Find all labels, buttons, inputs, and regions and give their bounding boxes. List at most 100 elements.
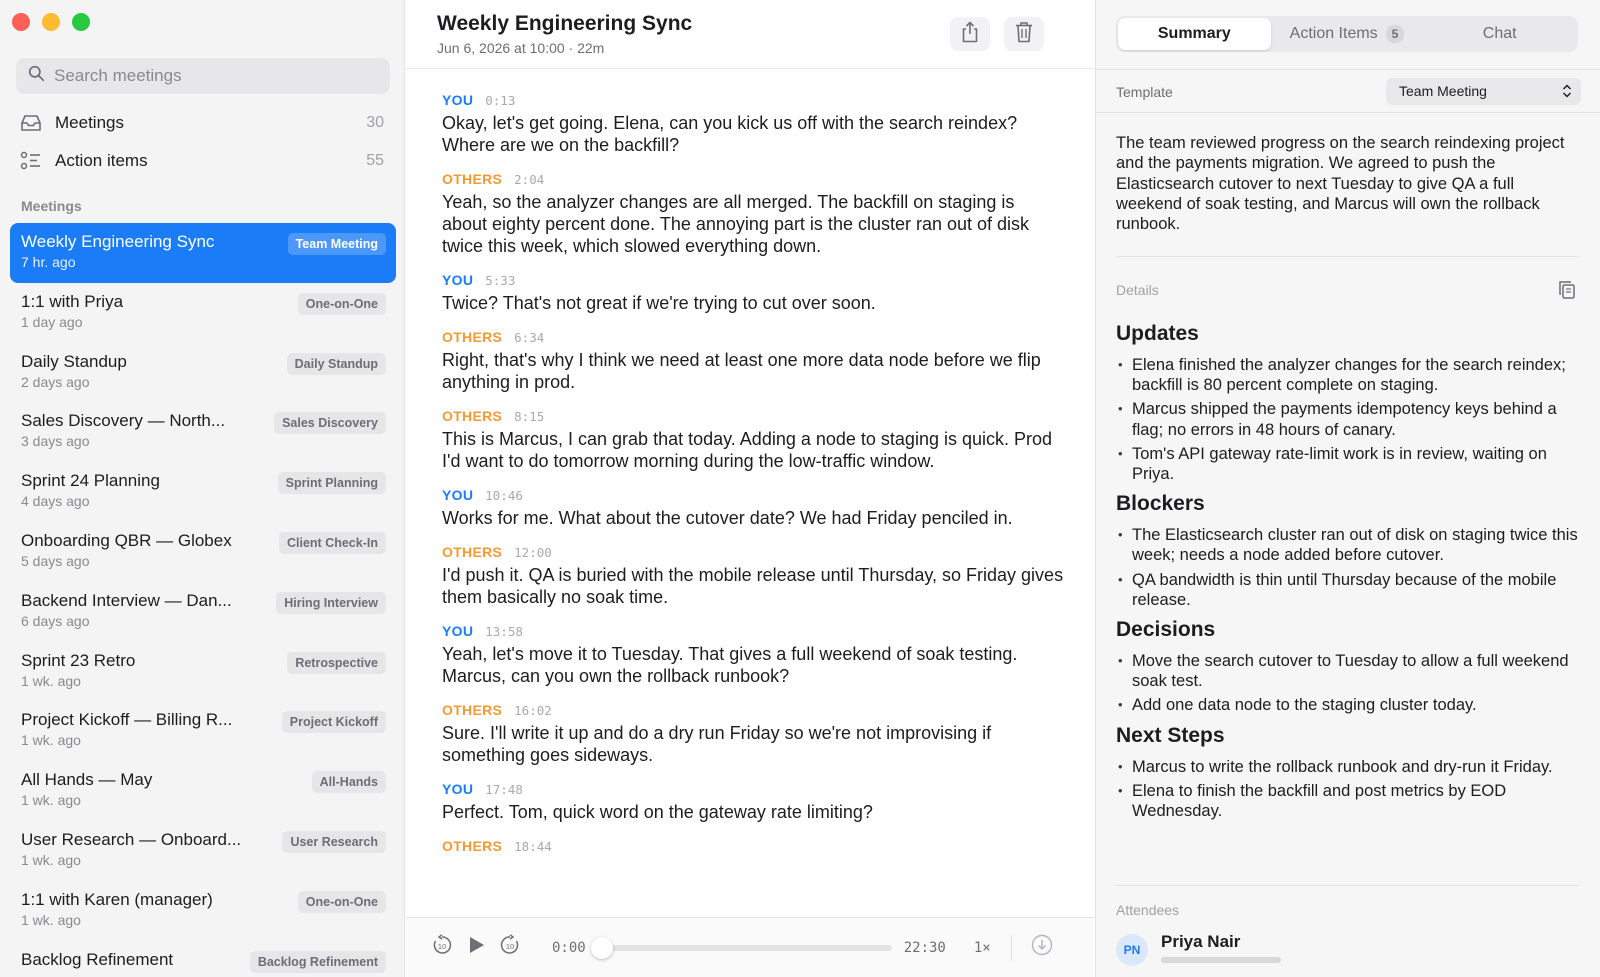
search-input[interactable] (54, 66, 374, 86)
utterance-meta: OTHERS 8:15 (442, 408, 1064, 424)
nav-label: Meetings (55, 113, 124, 132)
svg-text:10: 10 (438, 942, 446, 951)
meeting-list: Weekly Engineering Sync 7 hr. ago Team Mee… (10, 223, 396, 977)
utterance-text: Yeah, let's move it to Tuesday. That giv… (442, 644, 1018, 686)
utterance-text: Twice? That's not great if we're trying … (442, 293, 876, 313)
skip-forward-button[interactable]: 10 (498, 934, 522, 961)
timestamp-link[interactable]: 18:44 (514, 839, 552, 854)
scrubber-thumb[interactable] (590, 936, 613, 959)
timestamp-link[interactable]: 17:48 (485, 782, 523, 797)
minimize-window-button[interactable] (42, 13, 60, 31)
meeting-title: Weekly Engineering Sync (437, 12, 693, 35)
notes-bullet-item: Move the search cutover to Tuesday to al… (1116, 651, 1586, 691)
copy-notes-button[interactable] (1558, 280, 1578, 300)
timestamp-link[interactable]: 13:58 (485, 624, 523, 639)
notes-section-heading: Decisions (1116, 618, 1216, 642)
meeting-list-item[interactable]: 1:1 with Karen (manager) 1 wk. ago One-on-… (10, 881, 396, 941)
meeting-list-item[interactable]: Daily Standup 2 days ago Daily Standup (10, 343, 396, 403)
tray-icon (20, 112, 42, 134)
speaker-label: OTHERS (442, 544, 503, 560)
meeting-item-time: 1 wk. ago (21, 792, 81, 809)
utterance-meta: YOU 10:46 (442, 487, 1064, 503)
utterance-meta: YOU 0:13 (442, 92, 1064, 108)
download-button[interactable] (1030, 934, 1054, 961)
timestamp-link[interactable]: 0:13 (485, 93, 515, 108)
meeting-list-item[interactable]: User Research — Onboard... 1 wk. ago User … (10, 821, 396, 881)
attendee-name: Priya Nair (1161, 932, 1241, 951)
zoom-window-button[interactable] (72, 13, 90, 31)
timestamp-link[interactable]: 2:04 (514, 172, 544, 187)
transcript-utterance: YOU 5:33 Twice? That's not great if we're … (442, 272, 1064, 314)
notes-bullet-item: Elena to finish the backfill and post me… (1116, 781, 1586, 821)
timestamp-link[interactable]: 8:15 (514, 409, 544, 424)
tab-summary[interactable]: Summary (1118, 18, 1271, 50)
meeting-list-item[interactable]: Project Kickoff — Billing R... 1 wk. ago P… (10, 701, 396, 761)
utterance-text: Sure. I'll write it up and do a dry run … (442, 723, 992, 765)
share-icon (960, 21, 980, 48)
notes-bullet-item: The Elasticsearch cluster ran out of dis… (1116, 525, 1586, 565)
utterance-meta: OTHERS 6:34 (442, 329, 1064, 345)
playback-scrubber[interactable] (590, 936, 892, 959)
timestamp-link[interactable]: 6:34 (514, 330, 544, 345)
speaker-label: YOU (442, 623, 474, 639)
tab-action-items[interactable]: Action Items 5 (1271, 18, 1424, 50)
meeting-item-time: 1 wk. ago (21, 911, 81, 928)
window-controls (12, 13, 90, 31)
skip-back-button[interactable]: 10 (430, 934, 454, 960)
timestamp-link[interactable]: 10:46 (485, 488, 523, 503)
meeting-type-badge: Hiring Interview (276, 591, 386, 614)
meeting-type-badge: Project Kickoff (281, 711, 386, 734)
speaker-label: OTHERS (442, 408, 503, 424)
meeting-list-item[interactable]: Backend Interview — Dan... 6 days ago Hiri… (10, 582, 396, 642)
meeting-list-item[interactable]: All Hands — May 1 wk. ago All-Hands (10, 761, 396, 821)
nav-item-action-items[interactable]: Action items 55 (20, 144, 386, 178)
notes-section-heading: Updates (1116, 322, 1199, 345)
share-button[interactable] (950, 17, 990, 51)
duration: 22:30 (903, 939, 946, 956)
meeting-type-badge: Team Meeting (287, 233, 386, 255)
meeting-list-item[interactable]: Backlog Refinement Backlog Refinement (10, 941, 396, 977)
notes-bullet-item: Marcus shipped the payments idempotency … (1116, 399, 1586, 439)
meeting-item-time: 6 days ago (21, 612, 90, 629)
meeting-list-item[interactable]: 1:1 with Priya 1 day ago One-on-One (10, 283, 396, 343)
download-icon (1031, 934, 1053, 961)
timestamp-link[interactable]: 12:00 (514, 545, 552, 560)
meeting-list-item[interactable]: Sprint 24 Planning 4 days ago Sprint Plann… (10, 462, 396, 522)
transcript-utterance: OTHERS 16:02 Sure. I'll write it up and do… (442, 702, 1064, 766)
template-row: Template Team Meeting (1096, 69, 1600, 113)
delete-button[interactable] (1004, 17, 1044, 51)
speaker-label: YOU (442, 487, 474, 503)
timestamp-link[interactable]: 16:02 (514, 703, 552, 718)
meeting-list-item[interactable]: Onboarding QBR — Globex 5 days ago Client … (10, 522, 396, 582)
transcript-utterance: OTHERS 6:34 Right, that's why I think we n… (442, 329, 1064, 393)
search-field[interactable] (16, 58, 390, 94)
meeting-list-item[interactable]: Sales Discovery — North... 3 days ago Sale… (10, 402, 396, 462)
notes-bullet-list: Move the search cutover to Tuesday to al… (1116, 651, 1586, 716)
close-window-button[interactable] (12, 13, 30, 31)
transcript-utterance: OTHERS 2:04 Yeah, so the analyzer changes … (442, 171, 1064, 257)
utterance-meta: OTHERS 12:00 (442, 544, 1064, 560)
transcript-utterance: YOU 10:46 Works for me. What about the cut… (442, 487, 1064, 529)
transcript-utterance: OTHERS 12:00 I'd push it. QA is buried wit… (442, 544, 1064, 608)
tab-label: Summary (1157, 25, 1231, 42)
player-divider (1010, 934, 1012, 961)
notes-bullet-item: Marcus to write the rollback runbook and… (1116, 757, 1586, 777)
playback-speed-button[interactable]: 1× (974, 940, 991, 956)
action-items-count-badge: 5 (1385, 25, 1405, 43)
utterance-text: Right, that's why I think we need at lea… (442, 350, 1041, 392)
utterance-text: Okay, let's get going. Elena, can you ki… (442, 113, 1018, 155)
timestamp-link[interactable]: 5:33 (485, 273, 515, 288)
utterance-meta: OTHERS 16:02 (442, 702, 1064, 718)
template-select[interactable]: Team Meeting (1386, 78, 1581, 105)
notes-bullet-item: Elena finished the analyzer changes for … (1116, 355, 1586, 395)
skip-forward-10-icon: 10 (499, 934, 521, 961)
meeting-list-item[interactable]: Weekly Engineering Sync 7 hr. ago Team Mee… (10, 223, 396, 283)
utterance-meta: OTHERS 2:04 (442, 171, 1064, 187)
nav-item-meetings[interactable]: Meetings 30 (20, 106, 386, 140)
meeting-list-item[interactable]: Sprint 23 Retro 1 wk. ago Retrospective (10, 642, 396, 702)
meeting-item-time: 4 days ago (21, 493, 90, 510)
play-button[interactable] (464, 936, 488, 960)
svg-text:10: 10 (506, 942, 514, 951)
meeting-type-badge: All-Hands (311, 771, 386, 794)
tab-chat[interactable]: Chat (1423, 18, 1576, 50)
